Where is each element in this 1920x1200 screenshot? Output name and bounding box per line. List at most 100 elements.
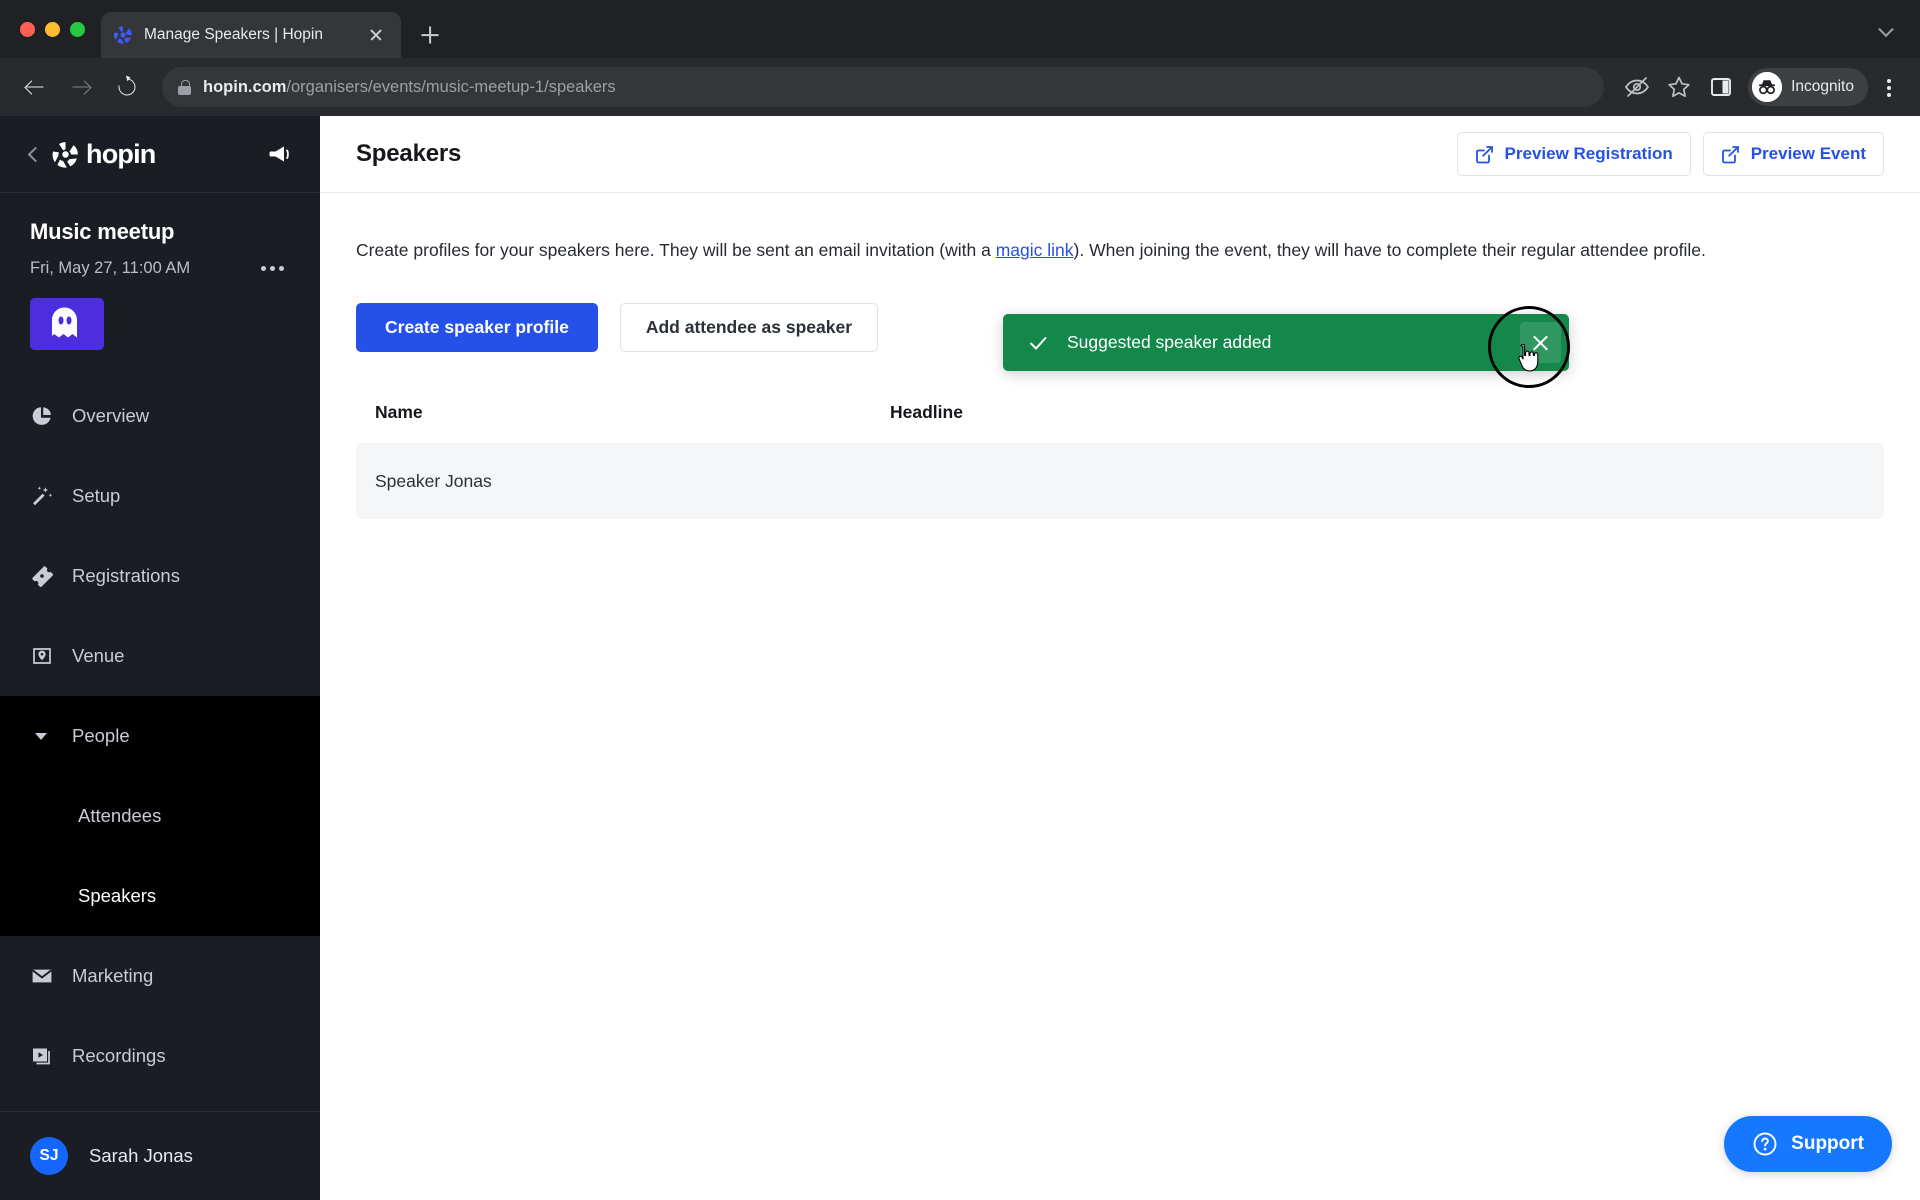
tab-title: Manage Speakers | Hopin <box>144 26 323 43</box>
hopin-logo[interactable]: hopin <box>52 139 156 170</box>
external-link-icon <box>1721 145 1740 164</box>
sidebar-header: hopin <box>0 116 320 193</box>
sidebar-group-people: People Attendees Speakers <box>0 696 320 936</box>
toast-notification: Suggested speaker added <box>1003 314 1569 371</box>
sidebar-item-marketing[interactable]: Marketing <box>0 936 320 1016</box>
sidebar-item-label: Setup <box>72 485 121 506</box>
lead-text-2: ). When joining the event, they will hav… <box>1073 240 1706 260</box>
magic-link-link[interactable]: magic link <box>996 240 1074 260</box>
page-content: hopin Music meetup Fri, May 27, 11:00 AM <box>0 116 1920 1200</box>
venue-pin-icon <box>30 644 54 668</box>
url-host: hopin.com <box>203 77 287 96</box>
external-link-icon <box>1475 145 1494 164</box>
sidebar-item-label: Venue <box>72 645 125 666</box>
support-label: Support <box>1791 1133 1864 1154</box>
check-icon <box>1027 332 1049 354</box>
star-icon[interactable] <box>1660 68 1698 106</box>
sidebar-item-label: Registrations <box>72 565 180 586</box>
preview-registration-label: Preview Registration <box>1504 144 1673 163</box>
new-tab-button[interactable] <box>407 12 453 58</box>
sidebar-event-block: Music meetup Fri, May 27, 11:00 AM <box>0 193 320 350</box>
sidebar-item-label: Recordings <box>72 1045 166 1066</box>
ticket-icon <box>30 564 54 588</box>
event-date: Fri, May 27, 11:00 AM <box>30 259 191 277</box>
sidebar: hopin Music meetup Fri, May 27, 11:00 AM <box>0 116 320 1200</box>
sidebar-item-label: Speakers <box>78 885 157 906</box>
preview-registration-button[interactable]: Preview Registration <box>1456 132 1691 176</box>
sidebar-item-speakers[interactable]: Speakers <box>0 856 320 936</box>
browser-tabstrip: Manage Speakers | Hopin <box>0 0 1920 58</box>
magic-wand-icon <box>30 484 54 508</box>
lock-icon <box>178 79 191 95</box>
support-button[interactable]: Support <box>1724 1116 1892 1172</box>
create-speaker-profile-button[interactable]: Create speaker profile <box>356 303 598 353</box>
incognito-avatar-icon <box>1752 72 1783 102</box>
browser-window: Manage Speakers | Hopin hopin.com/organi… <box>0 0 1920 1200</box>
sidebar-item-label: People <box>72 725 130 746</box>
preview-event-button[interactable]: Preview Event <box>1702 132 1884 176</box>
cell-name: Speaker Jonas <box>375 470 492 491</box>
chevron-down-icon <box>1878 21 1894 38</box>
main-content: Speakers Preview Registration Preview Ev… <box>320 116 1920 1200</box>
maximize-window-button[interactable] <box>70 21 85 37</box>
reload-button[interactable] <box>106 66 148 108</box>
url-path: /organisers/events/music-meetup-1/speake… <box>286 77 616 96</box>
back-button[interactable] <box>14 66 56 108</box>
column-header-name: Name <box>375 402 423 423</box>
browser-toolbar: hopin.com/organisers/events/music-meetup… <box>0 58 1920 116</box>
envelope-icon <box>30 964 54 988</box>
arrow-right-icon <box>72 79 90 96</box>
toast-message: Suggested speaker added <box>1067 332 1272 352</box>
sidebar-footer: SJ Sarah Jonas <box>0 1111 320 1200</box>
megaphone-icon[interactable] <box>266 140 294 168</box>
browser-tab[interactable]: Manage Speakers | Hopin <box>101 12 401 58</box>
reload-icon <box>115 75 139 99</box>
sidebar-group-header-people[interactable]: People <box>0 696 320 776</box>
lead-text-1: Create profiles for your speakers here. … <box>356 240 996 260</box>
speakers-description: Create profiles for your speakers here. … <box>356 237 1836 264</box>
sidebar-item-registrations[interactable]: Registrations <box>0 536 320 616</box>
hopin-logo-icon <box>52 141 79 168</box>
url-text: hopin.com/organisers/events/music-meetup… <box>203 78 616 97</box>
avatar: SJ <box>30 1137 68 1175</box>
kebab-menu-icon[interactable] <box>1872 68 1906 106</box>
eye-slash-icon[interactable] <box>1618 68 1656 106</box>
close-window-button[interactable] <box>20 21 35 37</box>
sidebar-item-overview[interactable]: Overview <box>0 376 320 456</box>
sidebar-item-attendees[interactable]: Attendees <box>0 776 320 856</box>
sidebar-item-label: Attendees <box>78 805 162 826</box>
hopin-favicon-icon <box>113 25 133 45</box>
event-thumbnail[interactable] <box>30 298 104 350</box>
chevron-down-icon <box>35 732 47 740</box>
event-meta-row: Fri, May 27, 11:00 AM <box>30 259 290 278</box>
minimize-window-button[interactable] <box>45 21 60 37</box>
table-header-row: Name Headline <box>356 402 1884 443</box>
sidebar-nav: Overview Setup Registrations Venue Peopl… <box>0 376 320 1096</box>
table-row[interactable]: Speaker Jonas <box>356 443 1884 520</box>
sidebar-item-venue[interactable]: Venue <box>0 616 320 696</box>
header-actions: Preview Registration Preview Event <box>1456 132 1884 176</box>
side-panel-icon[interactable] <box>1702 68 1740 106</box>
sidebar-user[interactable]: SJ Sarah Jonas <box>0 1112 320 1200</box>
sidebar-item-recordings[interactable]: Recordings <box>0 1016 320 1096</box>
question-mark-icon <box>1752 1131 1778 1157</box>
arrow-left-icon <box>26 79 44 96</box>
window-traffic-lights <box>14 0 101 58</box>
add-attendee-as-speaker-button[interactable]: Add attendee as speaker <box>619 303 879 353</box>
speakers-table: Name Headline Speaker Jonas <box>356 402 1884 520</box>
incognito-profile-button[interactable]: Incognito <box>1748 68 1868 106</box>
tab-search-button[interactable] <box>1866 14 1906 48</box>
incognito-label: Incognito <box>1791 78 1854 95</box>
page-title: Speakers <box>356 140 462 167</box>
sidebar-item-setup[interactable]: Setup <box>0 456 320 536</box>
mouse-cursor-pointer <box>1516 343 1542 374</box>
forward-button[interactable] <box>60 66 102 108</box>
sidebar-item-label: Marketing <box>72 965 154 986</box>
pie-chart-icon <box>30 404 54 428</box>
address-bar[interactable]: hopin.com/organisers/events/music-meetup… <box>162 67 1605 107</box>
sidebar-back-icon[interactable] <box>26 146 42 162</box>
close-tab-button[interactable] <box>363 22 389 48</box>
user-name: Sarah Jonas <box>89 1145 193 1166</box>
event-more-options-icon[interactable] <box>255 260 290 277</box>
page-header: Speakers Preview Registration Preview Ev… <box>320 116 1920 193</box>
